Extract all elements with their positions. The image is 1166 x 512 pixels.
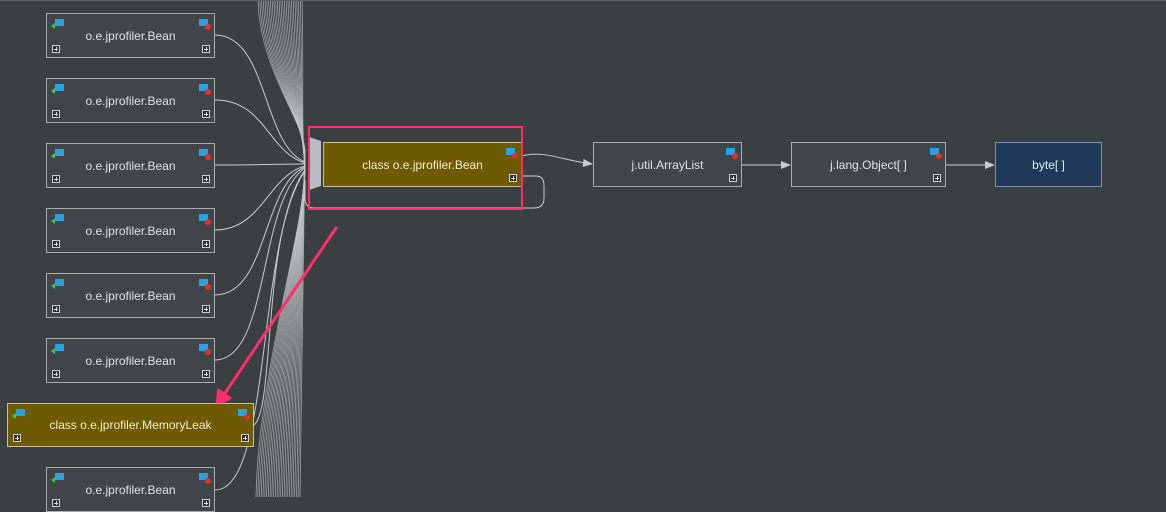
expand-plus-icon[interactable] (729, 174, 737, 182)
node-label: j.lang.Object[ ] (830, 157, 907, 172)
expand-plus-icon[interactable] (202, 305, 210, 313)
node-byte-array[interactable]: byte[ ] (995, 142, 1102, 187)
expand-plus-icon[interactable] (241, 434, 249, 442)
node-bean-4[interactable]: o.e.jprofiler.Bean (46, 208, 215, 253)
node-label: o.e.jprofiler.Bean (85, 288, 176, 303)
node-bean-8[interactable]: o.e.jprofiler.Bean (46, 467, 215, 512)
expand-plus-icon[interactable] (202, 110, 210, 118)
node-label: class o.e.jprofiler.Bean (362, 157, 483, 172)
node-bean-2[interactable]: o.e.jprofiler.Bean (46, 78, 215, 123)
edge-bean-to-arraylist (521, 153, 593, 167)
node-bean-class[interactable]: class o.e.jprofiler.Bean (323, 142, 522, 187)
node-object-array[interactable]: j.lang.Object[ ] (791, 142, 946, 187)
expand-plus-icon[interactable] (52, 499, 60, 507)
incoming-references-icon[interactable] (51, 343, 65, 355)
expand-plus-icon[interactable] (52, 305, 60, 313)
outgoing-references-icon[interactable] (198, 472, 212, 484)
expand-plus-icon[interactable] (52, 175, 60, 183)
outgoing-references-icon[interactable] (505, 147, 519, 159)
expand-plus-icon[interactable] (933, 174, 941, 182)
outgoing-references-icon[interactable] (198, 278, 212, 290)
outgoing-references-icon[interactable] (198, 148, 212, 160)
node-bean-6[interactable]: o.e.jprofiler.Bean (46, 338, 215, 383)
outgoing-references-icon[interactable] (237, 408, 251, 420)
expand-plus-icon[interactable] (13, 434, 21, 442)
incoming-references-icon[interactable] (51, 148, 65, 160)
node-label: o.e.jprofiler.Bean (85, 482, 176, 497)
incoming-references-icon[interactable] (51, 472, 65, 484)
expand-plus-icon[interactable] (52, 45, 60, 53)
node-label: o.e.jprofiler.Bean (85, 353, 176, 368)
expand-plus-icon[interactable] (202, 370, 210, 378)
node-bean-3[interactable]: o.e.jprofiler.Bean (46, 143, 215, 188)
node-label: o.e.jprofiler.Bean (85, 93, 176, 108)
expand-plus-icon[interactable] (52, 240, 60, 248)
node-label: byte[ ] (1032, 157, 1065, 172)
incoming-references-icon[interactable] (51, 83, 65, 95)
expand-plus-icon[interactable] (202, 45, 210, 53)
incoming-references-icon[interactable] (51, 18, 65, 30)
top-divider (0, 0, 1166, 1)
node-bean-1[interactable]: o.e.jprofiler.Bean (46, 13, 215, 58)
expand-plus-icon[interactable] (202, 175, 210, 183)
node-bean-5[interactable]: o.e.jprofiler.Bean (46, 273, 215, 318)
expand-plus-icon[interactable] (52, 110, 60, 118)
incoming-connector (309, 137, 321, 190)
node-label: class o.e.jprofiler.MemoryLeak (49, 418, 212, 432)
node-label: o.e.jprofiler.Bean (85, 223, 176, 238)
expand-plus-icon[interactable] (202, 499, 210, 507)
incoming-references-icon[interactable] (51, 278, 65, 290)
edge-bean-3 (214, 163, 306, 166)
node-arraylist[interactable]: j.util.ArrayList (593, 142, 742, 187)
node-label: o.e.jprofiler.Bean (85, 158, 176, 173)
expand-plus-icon[interactable] (202, 240, 210, 248)
outgoing-references-icon[interactable] (198, 343, 212, 355)
outgoing-references-icon[interactable] (198, 213, 212, 225)
node-memoryleak-class[interactable]: class o.e.jprofiler.MemoryLeak (7, 403, 254, 447)
expand-plus-icon[interactable] (509, 174, 517, 182)
reference-line-bundle (255, 0, 306, 497)
incoming-references-icon[interactable] (12, 408, 26, 420)
outgoing-references-icon[interactable] (198, 18, 212, 30)
outgoing-references-icon[interactable] (929, 147, 943, 159)
outgoing-references-icon[interactable] (725, 147, 739, 159)
node-label: j.util.ArrayList (631, 157, 704, 172)
outgoing-references-icon[interactable] (198, 83, 212, 95)
expand-plus-icon[interactable] (52, 370, 60, 378)
node-label: o.e.jprofiler.Bean (85, 28, 176, 43)
incoming-references-icon[interactable] (51, 213, 65, 225)
